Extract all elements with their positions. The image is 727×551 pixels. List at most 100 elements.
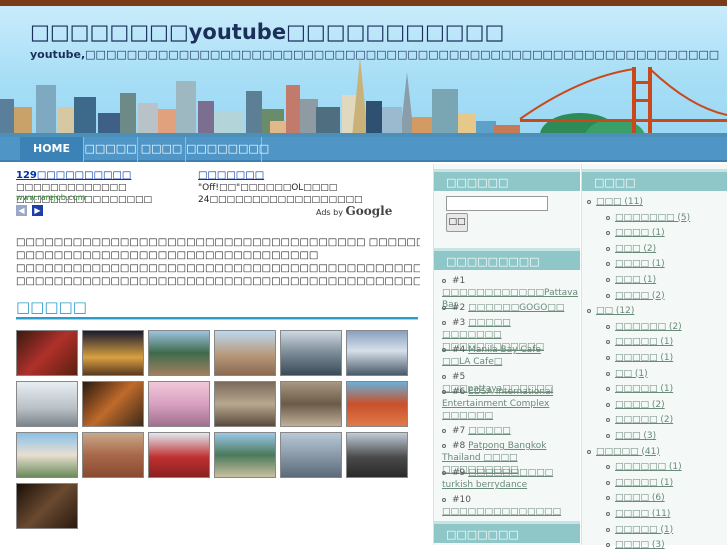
category-label: □□□ (11) [596,197,643,207]
main-content: 129□□□□□□□□□□ □□□□□□□□□□□□□ □□□□□□□□□□□□… [0,164,432,545]
category-label: □□□□□□□ (5) [615,212,691,223]
bullet-icon [587,200,591,204]
photo-thumbnail[interactable] [346,330,408,376]
photo-thumbnail[interactable] [148,381,210,427]
bullet-icon [606,402,610,407]
subcategory-item[interactable]: □□□□□ (2) [606,414,673,426]
intro-paragraph-4: □□□□□□□□□□□□□□□□□□□□□□□□□□□□□□□□□□□□□□□□… [16,276,420,287]
ranking-item[interactable]: #4 Manila Bay Cafe □□LA Cafe□ [442,344,572,368]
google-label: Google [345,204,393,218]
bullet-icon [606,480,610,485]
ad-2-text: "Off!□□"□□□□□□OL□□□□ 24□□□□□□□□□□□□□□□□□… [198,183,363,205]
photo-thumbnail[interactable] [16,483,78,529]
photo-thumbnail[interactable] [82,330,144,376]
nav-item-2[interactable]: □□□□□ [84,137,138,162]
subcategory-item[interactable]: □□ (1) [606,368,648,380]
subcategory-item[interactable]: □□□ (3) [606,430,656,442]
photo-thumbnail[interactable] [214,330,276,376]
category-label: □□□□□□ (2) [615,321,682,332]
photo-thumbnail[interactable] [148,330,210,376]
bullet-icon [606,262,610,267]
category-label: □□□ (2) [615,243,657,254]
bullet-icon [587,449,591,454]
subcategory-item[interactable]: □□□□□ (1) [606,477,673,489]
subcategory-item[interactable]: □□□□ (3) [606,539,665,551]
photo-thumbnail[interactable] [214,432,276,478]
nav-item-3[interactable]: □□□□ [138,137,186,162]
category-item[interactable]: □□□ (11) [587,196,643,208]
bullet-icon [606,340,610,345]
ranking-item[interactable]: #7 □□□□□ [442,425,572,437]
subcategory-item[interactable]: □□□□□□□ (5) [606,212,690,224]
subcategory-item[interactable]: □□□ (2) [606,243,656,255]
subcategory-item[interactable]: □□□□ (11) [606,508,670,520]
ranking-widget-title: □□□□□□□□□ [434,248,580,270]
ad-1-url[interactable]: www.rarejob.com [16,193,86,202]
subcategory-item[interactable]: □□□□ (1) [606,227,665,239]
ranking-item[interactable]: #6 EDSA International Entertainment Comp… [442,386,572,422]
category-label: □□□ (1) [615,275,657,285]
bullet-icon [606,496,610,501]
photo-thumbnail[interactable] [82,381,144,427]
ad-prev-arrow-icon[interactable]: ◀ [16,205,27,216]
ranking-item[interactable]: #9 □□□□□□□□□□ turkish berrydance [442,467,572,491]
search-widget-title: □□□□□□ [434,169,580,191]
category-label: □□□□ (3) [615,540,665,551]
bullet-icon [606,356,610,360]
nav-home[interactable]: HOME [20,137,84,162]
photo-thumbnail[interactable] [16,381,78,427]
photos-divider [16,317,418,320]
bullet-icon [606,246,610,251]
photo-thumbnail[interactable] [148,432,210,478]
photo-thumbnail[interactable] [280,330,342,376]
search-button[interactable]: □□ [446,213,468,232]
photo-thumbnail[interactable] [280,432,342,478]
category-item[interactable]: □□□□□ (41) [587,446,660,458]
subcategory-item[interactable]: □□□□□ (1) [606,352,673,364]
ads-by-label: Ads by [316,208,343,217]
intro-paragraph-1: □□□□□□□□□□□□□□□□□□□□□□□□□□□□□□□□□□□□□ □□… [16,237,420,248]
ad-2-title[interactable]: □□□□□□□ [198,170,264,181]
subcategory-item[interactable]: □□□□ (2) [606,290,665,302]
subcategory-item[interactable]: □□□□□ (1) [606,383,673,395]
subcategory-item[interactable]: □□□ (1) [606,274,656,286]
subcategory-item[interactable]: □□□□□□ (1) [606,461,682,473]
bullet-icon [606,512,610,516]
ranking-item[interactable]: #10 □□□□□□□□□□□□□□ [442,494,572,518]
ad-1-title[interactable]: 129□□□□□□□□□□ [16,170,131,181]
photo-thumbnail[interactable] [346,432,408,478]
category-widget-title: □□□□ [582,169,727,191]
category-label: □□□□ (11) [615,509,671,519]
category-item[interactable]: □□ (12) [587,305,634,317]
subcategory-item[interactable]: □□□□□ (1) [606,524,673,536]
nav-item-4[interactable]: □□□□□□□□ [186,137,269,162]
category-label: □□ (12) [596,306,635,317]
intro-paragraph-2: □□□□□□□□□□□□□□□□□□□□□□□□□□□□□□□□ [16,250,319,261]
photo-thumbnail[interactable] [16,432,78,478]
ad-next-arrow-icon[interactable]: ▶ [32,205,43,216]
city-skyline-illustration [0,57,727,137]
photo-thumbnail[interactable] [346,381,408,427]
subcategory-item[interactable]: □□□□ (6) [606,492,665,504]
photo-thumbnail[interactable] [82,432,144,478]
subcategory-item[interactable]: □□□□□□ (2) [606,321,682,333]
ads-by-google[interactable]: Ads by Google [316,204,392,218]
sidebar-right: □□□□ □□□ (11) □□□□□□□ (5) □□□□ (1) □□□ (2) □… [581,164,727,550]
category-label: □□□□□ (1) [615,384,674,395]
bullet-icon [606,215,610,220]
ranking-item[interactable]: #2 □□□□□□GOGO□□ [442,302,572,314]
photo-thumbnail[interactable] [214,381,276,427]
category-label: □□□□□ (41) [596,446,660,457]
bullet-icon [606,231,610,236]
category-label: □□□□□ (1) [615,524,674,535]
photo-thumbnail[interactable] [16,330,78,376]
subcategory-item[interactable]: □□□□□ (1) [606,336,673,348]
main-nav: HOME □□□□□ □□□□ □□□□□□□□ [0,137,727,162]
photos-heading: □□□□□ [16,298,87,316]
subcategory-item[interactable]: □□□□ (2) [606,399,665,411]
photo-thumbnail[interactable] [280,381,342,427]
bullet-icon [606,387,610,392]
bottom-widget-title: □□□□□□□ [434,521,580,543]
search-input[interactable] [446,196,548,211]
subcategory-item[interactable]: □□□□ (1) [606,258,665,270]
